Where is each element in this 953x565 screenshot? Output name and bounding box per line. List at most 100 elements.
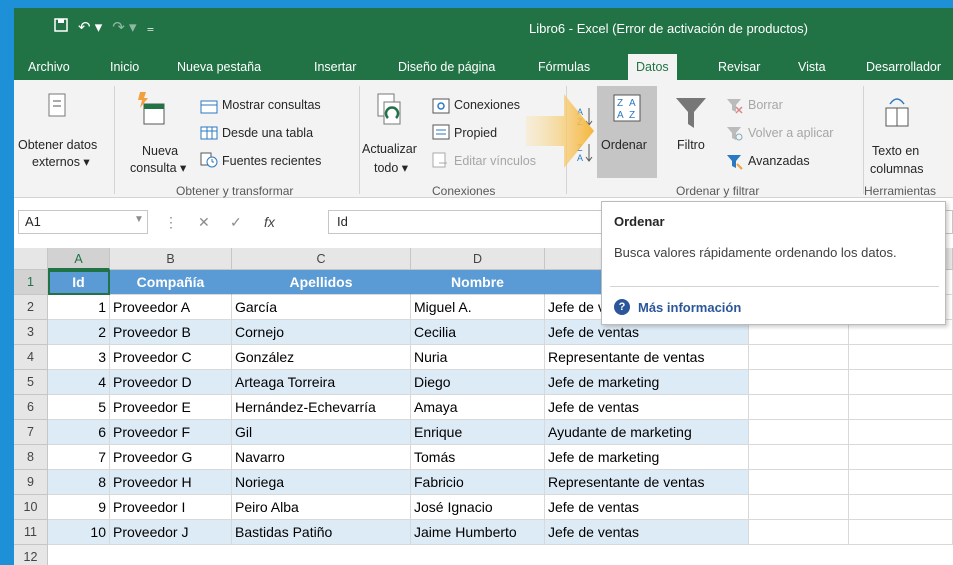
table-cell-first[interactable]: José Ignacio <box>411 495 545 520</box>
empty-cell[interactable] <box>849 370 953 395</box>
tab-desarrollador[interactable]: Desarrollador <box>858 54 949 80</box>
tab-inicio[interactable]: Inicio <box>102 54 147 80</box>
table-cell-company[interactable]: Proveedor J <box>110 520 232 545</box>
tab-datos[interactable]: Datos <box>628 54 677 80</box>
table-cell-id[interactable]: 6 <box>48 420 110 445</box>
table-cell-title[interactable]: Jefe de marketing <box>545 445 749 470</box>
row-header[interactable]: 8 <box>14 445 48 470</box>
column-header-d[interactable]: D <box>411 248 545 270</box>
more-info-link[interactable]: ? Más información <box>614 299 741 315</box>
table-cell-last[interactable]: González <box>232 345 411 370</box>
cancel-icon[interactable]: ✕ <box>198 214 210 231</box>
row-header-12[interactable]: 12 <box>14 545 48 565</box>
row-header[interactable]: 4 <box>14 345 48 370</box>
redo-icon[interactable]: ↷ ▾ <box>112 18 136 36</box>
table-cell-last[interactable]: Cornejo <box>232 320 411 345</box>
empty-cell[interactable] <box>849 345 953 370</box>
table-cell-last[interactable]: Peiro Alba <box>232 495 411 520</box>
select-all-corner[interactable] <box>14 248 48 270</box>
empty-cell[interactable] <box>749 420 849 445</box>
table-cell-id[interactable]: 1 <box>48 295 110 320</box>
table-cell-title[interactable]: Representante de ventas <box>545 345 749 370</box>
row-header[interactable]: 3 <box>14 320 48 345</box>
table-cell-first[interactable]: Enrique <box>411 420 545 445</box>
row-header[interactable]: 7 <box>14 420 48 445</box>
table-header-cell[interactable]: Nombre <box>411 270 545 295</box>
table-cell-title[interactable]: Jefe de ventas <box>545 395 749 420</box>
table-cell-title[interactable]: Jefe de ventas <box>545 520 749 545</box>
row-header[interactable]: 11 <box>14 520 48 545</box>
customize-qat-icon[interactable]: ₌ <box>147 18 155 36</box>
tab-insertar[interactable]: Insertar <box>306 54 364 80</box>
table-cell-first[interactable]: Diego <box>411 370 545 395</box>
table-cell-id[interactable]: 10 <box>48 520 110 545</box>
empty-cell[interactable] <box>749 470 849 495</box>
table-cell-company[interactable]: Proveedor G <box>110 445 232 470</box>
row-header[interactable]: 10 <box>14 495 48 520</box>
table-cell-last[interactable]: Bastidas Patiño <box>232 520 411 545</box>
row-header[interactable]: 9 <box>14 470 48 495</box>
empty-cell[interactable] <box>849 520 953 545</box>
table-cell-company[interactable]: Proveedor B <box>110 320 232 345</box>
sort-button[interactable]: ZAAZ Ordenar <box>597 86 657 178</box>
table-cell-title[interactable]: Jefe de ventas <box>545 495 749 520</box>
table-cell-last[interactable]: Arteaga Torreira <box>232 370 411 395</box>
empty-cell[interactable] <box>749 495 849 520</box>
table-cell-company[interactable]: Proveedor H <box>110 470 232 495</box>
table-cell-first[interactable]: Nuria <box>411 345 545 370</box>
table-cell-title[interactable]: Ayudante de marketing <box>545 420 749 445</box>
tab-nueva-pestana[interactable]: Nueva pestaña <box>169 54 269 80</box>
table-cell-id[interactable]: 2 <box>48 320 110 345</box>
save-icon[interactable] <box>54 18 68 36</box>
table-cell-id[interactable]: 9 <box>48 495 110 520</box>
row-header-1[interactable]: 1 <box>14 270 48 295</box>
tab-diseno-pagina[interactable]: Diseño de página <box>390 54 503 80</box>
tab-revisar[interactable]: Revisar <box>710 54 768 80</box>
empty-cell[interactable] <box>849 395 953 420</box>
table-cell-id[interactable]: 3 <box>48 345 110 370</box>
empty-cell[interactable] <box>749 395 849 420</box>
row-header[interactable]: 5 <box>14 370 48 395</box>
empty-cell[interactable] <box>749 370 849 395</box>
table-cell-last[interactable]: Navarro <box>232 445 411 470</box>
table-cell-company[interactable]: Proveedor C <box>110 345 232 370</box>
table-cell-last[interactable]: Gil <box>232 420 411 445</box>
table-cell-company[interactable]: Proveedor D <box>110 370 232 395</box>
empty-cell[interactable] <box>849 445 953 470</box>
tab-formulas[interactable]: Fórmulas <box>530 54 598 80</box>
table-cell-id[interactable]: 7 <box>48 445 110 470</box>
table-cell-first[interactable]: Cecilia <box>411 320 545 345</box>
empty-cell[interactable] <box>749 345 849 370</box>
table-cell-first[interactable]: Miguel A. <box>411 295 545 320</box>
empty-cell[interactable] <box>749 445 849 470</box>
empty-cell[interactable] <box>849 495 953 520</box>
name-box-dropdown-icon[interactable]: ▼ <box>134 214 144 225</box>
table-cell-first[interactable]: Jaime Humberto <box>411 520 545 545</box>
column-header-c[interactable]: C <box>232 248 411 270</box>
column-header-b[interactable]: B <box>110 248 232 270</box>
name-box[interactable]: A1 <box>18 210 148 234</box>
table-header-cell[interactable]: Apellidos <box>232 270 411 295</box>
table-cell-last[interactable]: Hernández-Echevarría <box>232 395 411 420</box>
table-cell-company[interactable]: Proveedor E <box>110 395 232 420</box>
table-cell-first[interactable]: Tomás <box>411 445 545 470</box>
tab-archivo[interactable]: Archivo <box>20 54 78 80</box>
table-cell-id[interactable]: 8 <box>48 470 110 495</box>
table-cell-last[interactable]: Noriega <box>232 470 411 495</box>
undo-icon[interactable]: ↶ ▾ <box>78 18 102 36</box>
table-cell-title[interactable]: Representante de ventas <box>545 470 749 495</box>
enter-icon[interactable]: ✓ <box>230 214 242 231</box>
empty-cell[interactable] <box>849 470 953 495</box>
table-cell-title[interactable]: Jefe de marketing <box>545 370 749 395</box>
table-cell-first[interactable]: Fabricio <box>411 470 545 495</box>
tab-vista[interactable]: Vista <box>790 54 834 80</box>
table-cell-id[interactable]: 5 <box>48 395 110 420</box>
table-cell-id[interactable]: 4 <box>48 370 110 395</box>
row-header[interactable]: 2 <box>14 295 48 320</box>
table-header-cell[interactable]: Compañía <box>110 270 232 295</box>
table-cell-company[interactable]: Proveedor I <box>110 495 232 520</box>
table-cell-company[interactable]: Proveedor F <box>110 420 232 445</box>
row-header[interactable]: 6 <box>14 395 48 420</box>
table-cell-first[interactable]: Amaya <box>411 395 545 420</box>
insert-function-icon[interactable]: fx <box>264 214 275 230</box>
